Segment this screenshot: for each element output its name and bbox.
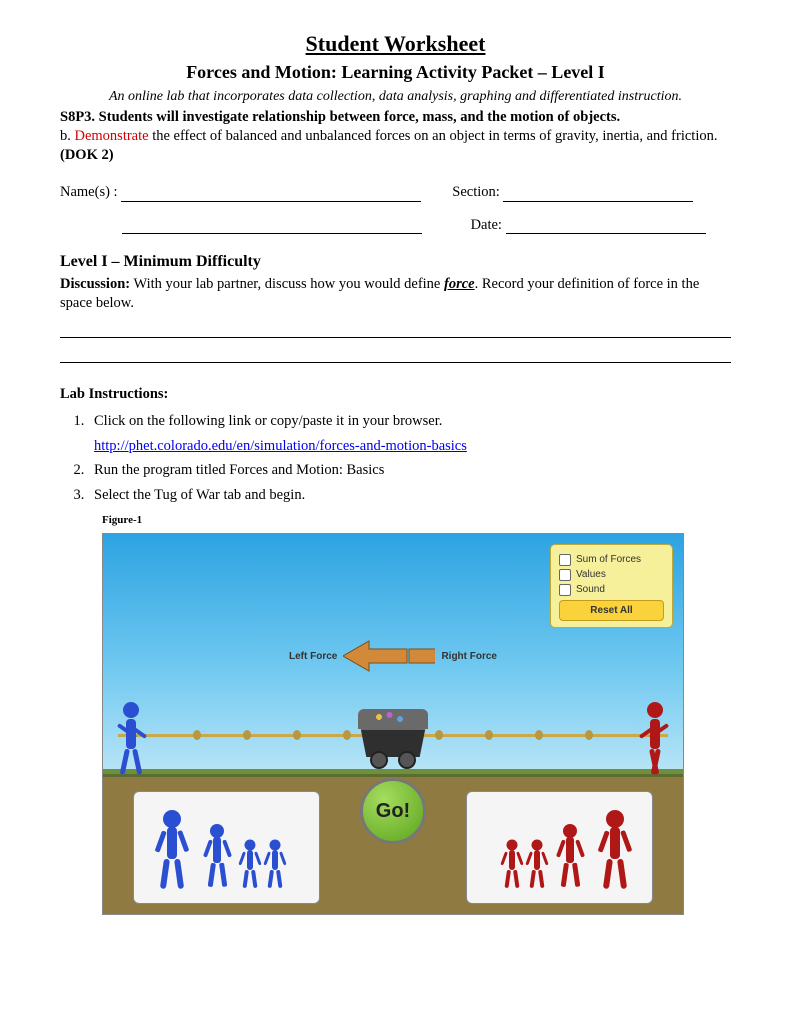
answer-line-2[interactable]	[60, 346, 731, 363]
checkbox-icon	[559, 584, 571, 596]
options-panel: Sum of Forces Values Sound Reset All	[550, 544, 673, 628]
page-title: Student Worksheet	[60, 30, 731, 59]
checkbox-icon	[559, 569, 571, 581]
step-1-text: Click on the following link or copy/past…	[94, 413, 442, 429]
intro-text: An online lab that incorporates data col…	[60, 88, 731, 106]
go-button[interactable]: Go!	[360, 778, 426, 844]
form-row-1: Name(s) : Section:	[60, 183, 731, 202]
reset-button[interactable]: Reset All	[559, 600, 664, 621]
date-blank[interactable]	[506, 219, 706, 234]
force-arrows: Left Force Right Force	[283, 639, 503, 673]
blue-puller-large[interactable]	[123, 702, 139, 781]
cart	[358, 709, 428, 767]
force-word: force	[444, 276, 475, 292]
steps-list: Click on the following link or copy/past…	[88, 412, 731, 505]
page-subtitle: Forces and Motion: Learning Activity Pac…	[60, 61, 731, 84]
option-sum-of-forces[interactable]: Sum of Forces	[559, 553, 664, 566]
date-label: Date:	[471, 217, 502, 233]
option-sound[interactable]: Sound	[559, 583, 664, 596]
red-puller-large[interactable]	[647, 702, 663, 781]
lab-heading: Lab Instructions:	[60, 385, 731, 404]
names-blank-2[interactable]	[122, 219, 422, 234]
names-blank[interactable]	[121, 187, 421, 202]
figure-label: Figure-1	[102, 513, 731, 527]
standard-text: S8P3. Students will investigate relation…	[60, 108, 731, 165]
dok-label: (DOK 2)	[60, 147, 114, 163]
demonstrate-word: Demonstrate	[75, 128, 149, 144]
red-team-box	[466, 791, 653, 904]
section-label: Section:	[452, 184, 500, 200]
option-label: Sound	[576, 583, 605, 596]
option-label: Values	[576, 568, 606, 581]
discussion-text-a: With your lab partner, discuss how you w…	[130, 276, 444, 292]
option-values[interactable]: Values	[559, 568, 664, 581]
section-blank[interactable]	[503, 187, 693, 202]
option-label: Sum of Forces	[576, 553, 641, 566]
right-force-label: Right Force	[441, 650, 497, 663]
level-heading: Level I – Minimum Difficulty	[60, 252, 731, 273]
blue-figures-icon[interactable]	[142, 805, 312, 897]
sub-prefix: b.	[60, 128, 75, 144]
worksheet-page: Student Worksheet Forces and Motion: Lea…	[0, 0, 791, 1024]
discussion-text: Discussion: With your lab partner, discu…	[60, 275, 731, 313]
discussion-label: Discussion:	[60, 276, 130, 292]
simulation-screenshot: Sum of Forces Values Sound Reset All Lef…	[102, 533, 684, 915]
phet-link[interactable]: http://phet.colorado.edu/en/simulation/f…	[94, 437, 467, 456]
form-row-2: Date:	[60, 216, 731, 235]
step-3: Select the Tug of War tab and begin.	[88, 486, 731, 505]
double-arrow-icon	[343, 639, 435, 673]
names-label: Name(s) :	[60, 184, 118, 200]
checkbox-icon	[559, 554, 571, 566]
answer-line-1[interactable]	[60, 321, 731, 338]
step-1: Click on the following link or copy/past…	[88, 412, 731, 456]
red-figures-icon[interactable]	[475, 805, 645, 897]
blue-team-box	[133, 791, 320, 904]
step-2: Run the program titled Forces and Motion…	[88, 461, 731, 480]
left-force-label: Left Force	[289, 650, 337, 663]
standard-bold: S8P3. Students will investigate relation…	[60, 109, 620, 125]
sub-rest: the effect of balanced and unbalanced fo…	[149, 128, 718, 144]
